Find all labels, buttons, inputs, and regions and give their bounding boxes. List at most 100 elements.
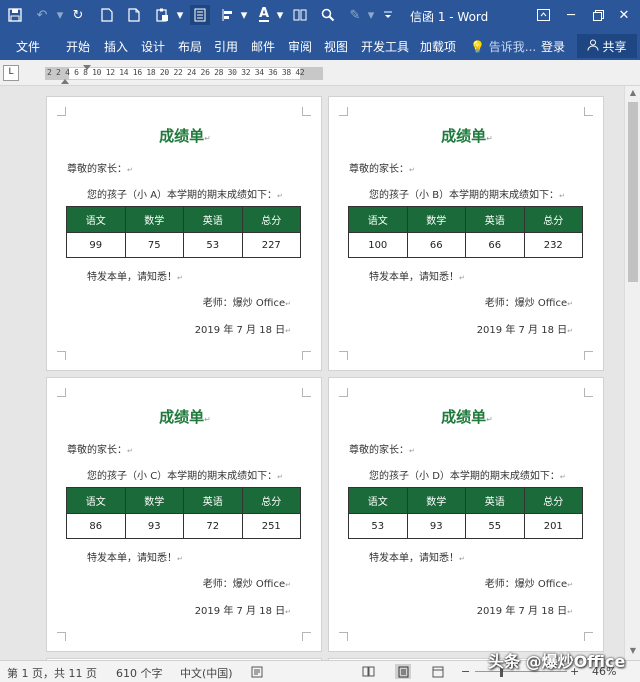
- tab-developer[interactable]: 开发工具: [361, 38, 409, 55]
- report-date: 2019 年 7 月 18 日↵: [476, 325, 573, 336]
- tab-file[interactable]: 文件: [16, 38, 40, 55]
- undo-dropdown-icon[interactable]: ▾: [50, 5, 70, 25]
- score-table: 语文 数学 英语 总分 53 93 55 201: [348, 487, 583, 539]
- date-text: 2019 年 7 月 18 日: [476, 606, 568, 617]
- minimize-icon[interactable]: ─: [559, 4, 583, 26]
- scroll-down-icon[interactable]: ▼: [625, 646, 640, 658]
- notice: 特发本单，请知悉！↵: [369, 272, 465, 283]
- customize-toolbar-icon[interactable]: [378, 5, 398, 25]
- track-changes-icon[interactable]: [249, 664, 265, 679]
- tab-addins[interactable]: 加载项: [420, 38, 456, 55]
- share-button[interactable]: 共享: [577, 34, 637, 58]
- scroll-thumb[interactable]: [628, 102, 638, 282]
- margin-corner: [302, 107, 311, 116]
- student-name: D: [432, 471, 440, 482]
- hanging-indent-marker[interactable]: [61, 79, 69, 84]
- notice: 特发本单，请知悉！↵: [87, 553, 183, 564]
- greeting-text: 尊敬的家长：: [67, 164, 127, 175]
- tell-me-search[interactable]: 💡 告诉我...: [470, 38, 536, 55]
- language-indicator[interactable]: 中文(中国): [180, 665, 233, 681]
- teacher-signature: 老师：爆炒 Office↵: [484, 579, 573, 590]
- print-layout-icon[interactable]: [395, 664, 411, 679]
- new-blank-icon[interactable]: [124, 5, 144, 25]
- greeting: 尊敬的家长：↵: [67, 445, 133, 456]
- score-chinese: 99: [66, 232, 126, 258]
- page-c[interactable]: 成绩单↵ 尊敬的家长：↵ 您的孩子（小 C）本学期的期末成绩如下：↵ 语文 数学…: [46, 377, 322, 652]
- score-table: 语文 数学 英语 总分 86 93 72 251: [66, 487, 301, 539]
- margin-corner: [302, 632, 311, 641]
- word-count[interactable]: 610 个字: [116, 665, 163, 681]
- notice-text: 特发本单，请知悉！: [369, 272, 459, 283]
- date-text: 2019 年 7 月 18 日: [194, 325, 286, 336]
- score-table: 语文 数学 英语 总分 99 75 53 227: [66, 206, 301, 258]
- header-math: 数学: [124, 487, 184, 514]
- margin-corner: [302, 351, 311, 360]
- save-icon[interactable]: [5, 5, 25, 25]
- score-total: 232: [523, 232, 583, 258]
- score-english: 53: [183, 232, 243, 258]
- margin-corner: [57, 388, 66, 397]
- sign-in-link[interactable]: 登录: [541, 38, 565, 55]
- tab-layout[interactable]: 布局: [178, 38, 202, 55]
- share-label: 共享: [602, 39, 627, 54]
- scroll-up-icon[interactable]: ▲: [625, 88, 640, 100]
- tab-review[interactable]: 审阅: [288, 38, 312, 55]
- lightbulb-icon: 💡: [470, 40, 485, 54]
- zoom-out-icon[interactable]: −: [461, 665, 470, 678]
- tab-selector[interactable]: L: [3, 65, 19, 81]
- margin-corner: [57, 351, 66, 360]
- font-color-dropdown-icon[interactable]: ▾: [270, 5, 290, 25]
- page-d[interactable]: 成绩单↵ 尊敬的家长：↵ 您的孩子（小 D）本学期的期末成绩如下：↵ 语文 数学…: [328, 377, 604, 652]
- redo-icon[interactable]: ↻: [68, 5, 88, 25]
- score-chinese: 100: [348, 232, 408, 258]
- align-dropdown-icon[interactable]: ▾: [234, 5, 254, 25]
- columns-icon[interactable]: [290, 5, 310, 25]
- notice-text: 特发本单，请知悉！: [87, 553, 177, 564]
- date-text: 2019 年 7 月 18 日: [476, 325, 568, 336]
- header-chinese: 语文: [66, 487, 126, 514]
- undo-icon[interactable]: ↶: [32, 5, 52, 25]
- tab-design[interactable]: 设计: [141, 38, 165, 55]
- window-title: 信函 1 - Word: [410, 10, 489, 24]
- tab-home[interactable]: 开始: [66, 38, 90, 55]
- notice-text: 特发本单，请知悉！: [87, 272, 177, 283]
- report-title-text: 成绩单: [441, 127, 487, 145]
- paste-icon[interactable]: [152, 5, 172, 25]
- tab-references[interactable]: 引用: [214, 38, 238, 55]
- table-row: 53 93 55 201: [348, 513, 583, 539]
- margin-corner: [584, 107, 593, 116]
- header-math: 数学: [406, 206, 466, 233]
- vertical-scrollbar[interactable]: ▲ ▼: [624, 86, 640, 660]
- title-bar: ↶ ▾ ↻ ▾ ▾ A ▾ ✎ ▾ 信函 1 - Word ─ ✕: [0, 0, 640, 32]
- close-icon[interactable]: ✕: [612, 4, 636, 26]
- ruler-bar: L 2 2 4 6 8 10 12 14 16 18 20 22 24 26 2…: [0, 60, 640, 86]
- margin-corner: [339, 632, 348, 641]
- margin-corner: [57, 632, 66, 641]
- teacher-signature: 老师：爆炒 Office↵: [202, 579, 291, 590]
- read-mode-icon[interactable]: [360, 664, 376, 679]
- page-a[interactable]: 成绩单↵ 尊敬的家长：↵ 您的孩子（小 A）本学期的期末成绩如下：↵ 语文 数学…: [46, 96, 322, 371]
- score-total: 227: [241, 232, 301, 258]
- intro-prefix: 您的孩子（小: [369, 471, 433, 482]
- tab-view[interactable]: 视图: [324, 38, 348, 55]
- ribbon-display-icon[interactable]: [531, 4, 555, 26]
- tab-insert[interactable]: 插入: [104, 38, 128, 55]
- paste-dropdown-icon[interactable]: ▾: [170, 5, 190, 25]
- page-count[interactable]: 第 1 页，共 11 页: [7, 665, 97, 681]
- score-chinese: 86: [66, 513, 126, 539]
- restore-icon[interactable]: [586, 4, 610, 26]
- web-layout-icon[interactable]: [430, 664, 446, 679]
- find-icon[interactable]: [318, 5, 338, 25]
- margin-corner: [339, 351, 348, 360]
- table-header-row: 语文 数学 英语 总分: [348, 206, 583, 233]
- first-line-indent-marker[interactable]: [83, 65, 91, 70]
- teacher-text: 老师：爆炒 Office: [484, 579, 568, 590]
- margin-corner: [339, 388, 348, 397]
- document-area[interactable]: 成绩单↵ 尊敬的家长：↵ 您的孩子（小 A）本学期的期末成绩如下：↵ 语文 数学…: [0, 86, 624, 660]
- report-title-text: 成绩单: [159, 408, 205, 426]
- page-b[interactable]: 成绩单↵ 尊敬的家长：↵ 您的孩子（小 B）本学期的期末成绩如下：↵ 语文 数学…: [328, 96, 604, 371]
- header-chinese: 语文: [348, 206, 408, 233]
- tab-mailings[interactable]: 邮件: [251, 38, 275, 55]
- page-layout-icon[interactable]: [190, 5, 210, 25]
- new-document-icon[interactable]: [97, 5, 117, 25]
